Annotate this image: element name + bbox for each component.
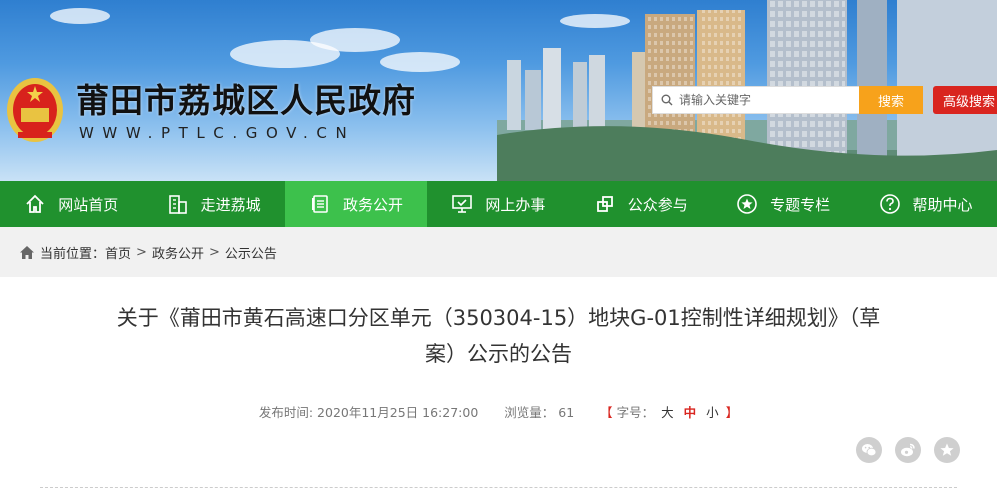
font-size-bracket: 【	[600, 405, 613, 420]
home-icon	[24, 193, 46, 215]
nav-item-help[interactable]: 帮助中心	[854, 181, 996, 227]
home-icon	[20, 245, 34, 259]
building-icon	[167, 193, 189, 215]
national-emblem-icon	[7, 78, 63, 142]
nav-item-label: 网上办事	[485, 195, 546, 214]
nav-item-label: 专题专栏	[770, 195, 831, 214]
font-size-small[interactable]: 小	[706, 402, 719, 421]
nav-item-about[interactable]: 走进荔城	[142, 181, 284, 227]
nav-item-label: 走进荔城	[200, 195, 261, 214]
breadcrumb-prefix: 当前位置：	[40, 246, 106, 262]
site-url: WWW.PTLC.GOV.CN	[79, 124, 356, 142]
breadcrumb-item-home[interactable]: 首页	[105, 243, 131, 262]
font-size-large[interactable]: 大	[661, 402, 674, 421]
nav-item-gov-affairs[interactable]: 政务公开	[284, 181, 428, 227]
breadcrumb-item-gov-affairs[interactable]: 政务公开	[152, 243, 204, 262]
article-title-line: 关于《莆田市黄石高速口分区单元（350304-15）地块G-01控制性详细规划》…	[116, 306, 881, 330]
search-box	[652, 86, 860, 114]
advanced-search-button[interactable]: 高级搜索	[933, 86, 997, 114]
nav-item-label: 政务公开	[342, 195, 403, 214]
nav-item-special-topics[interactable]: 专题专栏	[712, 181, 854, 227]
breadcrumb-item-notices[interactable]: 公示公告	[225, 243, 277, 262]
monitor-icon	[451, 193, 473, 215]
wechat-icon	[862, 444, 877, 457]
share-weibo-button[interactable]	[895, 437, 921, 463]
nav-item-label: 公众参与	[627, 195, 688, 214]
nav-item-home[interactable]: 网站首页	[0, 181, 142, 227]
font-size-label: 字号：	[616, 405, 655, 420]
views-label: 浏览量：	[504, 405, 555, 420]
cloud-decoration	[310, 28, 400, 52]
breadcrumb-separator: >	[136, 244, 147, 260]
divider	[40, 487, 957, 488]
article-title: 关于《莆田市黄石高速口分区单元（350304-15）地块G-01控制性详细规划》…	[40, 300, 957, 372]
publish-time: 2020年11月25日 16:27:00	[317, 405, 479, 420]
link-icon	[594, 193, 616, 215]
document-icon	[309, 193, 331, 215]
site-title[interactable]: 莆田市荔城区人民政府	[76, 74, 416, 122]
nav-item-public-participation[interactable]: 公众参与	[570, 181, 712, 227]
cloud-decoration	[380, 52, 460, 72]
article-title-line: 案）公示的公告	[425, 342, 572, 366]
font-size-bracket: 】	[725, 405, 739, 420]
share-favorite-button[interactable]	[934, 437, 960, 463]
font-size-medium[interactable]: 中	[684, 402, 697, 421]
search-icon	[661, 94, 673, 106]
views-count: 61	[558, 405, 575, 420]
nav-item-label: 帮助中心	[912, 195, 973, 214]
article-meta: 发布时间: 2020年11月25日 16:27:00 浏览量： 61 【 字号：…	[0, 402, 997, 421]
help-icon	[879, 193, 901, 215]
star-icon	[736, 193, 758, 215]
search-input[interactable]	[679, 93, 854, 107]
breadcrumb: 当前位置： 首页 > 政务公开 > 公示公告	[0, 227, 997, 277]
breadcrumb-separator: >	[208, 244, 220, 260]
nav-item-label: 网站首页	[58, 195, 119, 214]
favorite-icon	[940, 443, 954, 456]
search-button[interactable]: 搜索	[859, 86, 923, 114]
publish-time-label: 发布时间:	[258, 405, 314, 420]
nav-item-online-services[interactable]: 网上办事	[427, 181, 569, 227]
cloud-decoration	[50, 8, 110, 24]
share-wechat-button[interactable]	[856, 437, 882, 463]
main-nav: 网站首页 走进荔城 政务公开 网上办事 公众参与 专题专栏 帮助中心	[0, 181, 997, 227]
weibo-icon	[901, 443, 915, 457]
